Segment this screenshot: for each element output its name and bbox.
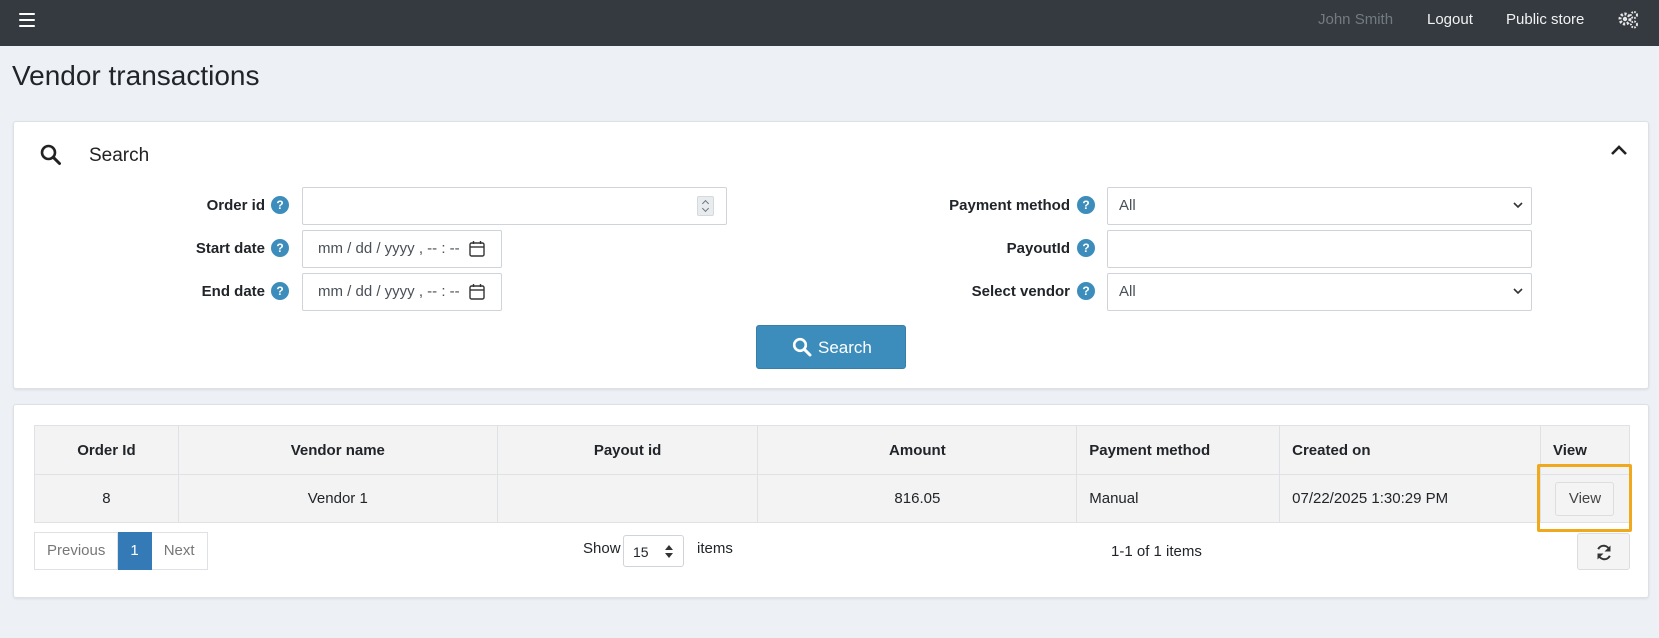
order-id-text[interactable] bbox=[303, 188, 726, 224]
payout-id-input[interactable] bbox=[1107, 230, 1532, 268]
show-label: Show bbox=[583, 540, 621, 557]
search-icon bbox=[792, 337, 812, 357]
cell-amount: 816.05 bbox=[757, 474, 1078, 523]
select-vendor-label: Select vendor bbox=[971, 283, 1070, 300]
search-button-label: Search bbox=[818, 338, 872, 357]
gears-icon[interactable] bbox=[1617, 10, 1639, 30]
help-icon[interactable]: ? bbox=[271, 196, 289, 214]
page-1-button[interactable]: 1 bbox=[118, 532, 152, 570]
logout-link[interactable]: Logout bbox=[1427, 0, 1473, 46]
view-button[interactable]: View bbox=[1555, 481, 1615, 516]
order-id-label: Order id bbox=[206, 197, 265, 214]
page-size-select[interactable]: 15 bbox=[623, 535, 684, 567]
end-date-placeholder: mm / dd / yyyy , -- : -- bbox=[318, 283, 460, 300]
cell-created-on: 07/22/2025 1:30:29 PM bbox=[1279, 474, 1541, 523]
payment-method-label: Payment method bbox=[949, 197, 1070, 214]
chevron-up-icon[interactable] bbox=[1610, 144, 1628, 156]
help-icon[interactable]: ? bbox=[271, 282, 289, 300]
cell-payment-method: Manual bbox=[1076, 474, 1281, 523]
start-date-placeholder: mm / dd / yyyy , -- : -- bbox=[318, 240, 460, 257]
search-icon bbox=[40, 144, 61, 165]
help-icon[interactable]: ? bbox=[1077, 282, 1095, 300]
column-header-amount[interactable]: Amount bbox=[757, 425, 1078, 475]
column-header-order-id[interactable]: Order Id bbox=[34, 425, 179, 475]
transactions-table: Order Id Vendor name Payout id Amount Pa… bbox=[34, 425, 1631, 523]
search-button[interactable]: Search bbox=[756, 325, 906, 369]
chevron-down-icon bbox=[1513, 202, 1523, 209]
items-count: 1-1 of 1 items bbox=[1111, 543, 1202, 560]
sort-arrows-icon bbox=[665, 545, 673, 558]
current-user-name: John Smith bbox=[1318, 11, 1394, 28]
table-header-row: Order Id Vendor name Payout id Amount Pa… bbox=[34, 425, 1631, 475]
select-vendor-select[interactable]: All bbox=[1107, 273, 1532, 311]
calendar-icon[interactable] bbox=[469, 283, 485, 300]
number-spinner-icon[interactable] bbox=[697, 196, 714, 216]
table-row: 8 Vendor 1 816.05 Manual 07/22/2025 1:30… bbox=[34, 474, 1631, 523]
next-page-button[interactable]: Next bbox=[151, 532, 208, 570]
top-navbar: John Smith Logout Public store bbox=[0, 0, 1659, 46]
public-store-link[interactable]: Public store bbox=[1506, 0, 1584, 46]
start-date-input[interactable]: mm / dd / yyyy , -- : -- bbox=[302, 230, 502, 268]
help-icon[interactable]: ? bbox=[1077, 196, 1095, 214]
chevron-down-icon bbox=[1513, 288, 1523, 295]
start-date-label: Start date bbox=[195, 240, 265, 257]
pagination: Previous 1 Next bbox=[34, 532, 208, 570]
previous-page-button[interactable]: Previous bbox=[34, 532, 119, 570]
cell-order-id: 8 bbox=[34, 474, 179, 523]
calendar-icon[interactable] bbox=[469, 240, 485, 257]
hamburger-menu-icon[interactable] bbox=[19, 13, 35, 27]
column-header-payout-id[interactable]: Payout id bbox=[496, 425, 759, 475]
cell-vendor-name: Vendor 1 bbox=[177, 474, 498, 523]
refresh-icon bbox=[1597, 544, 1611, 561]
column-header-vendor-name[interactable]: Vendor name bbox=[177, 425, 498, 475]
payout-id-label: PayoutId bbox=[1006, 240, 1070, 257]
payment-method-selected: All bbox=[1119, 197, 1136, 214]
cell-view: View bbox=[1539, 474, 1631, 523]
page-size-value: 15 bbox=[633, 544, 649, 560]
help-icon[interactable]: ? bbox=[271, 239, 289, 257]
refresh-button[interactable] bbox=[1577, 533, 1630, 570]
select-vendor-selected: All bbox=[1119, 283, 1136, 300]
column-header-payment-method[interactable]: Payment method bbox=[1076, 425, 1281, 475]
items-label: items bbox=[697, 540, 733, 557]
payout-id-text[interactable] bbox=[1108, 231, 1531, 267]
help-icon[interactable]: ? bbox=[1077, 239, 1095, 257]
column-header-created-on[interactable]: Created on bbox=[1279, 425, 1541, 475]
column-header-view: View bbox=[1539, 425, 1631, 475]
order-id-input[interactable] bbox=[302, 187, 727, 225]
search-panel-title: Search bbox=[89, 145, 150, 166]
end-date-label: End date bbox=[201, 283, 265, 300]
cell-payout-id bbox=[496, 474, 759, 523]
end-date-input[interactable]: mm / dd / yyyy , -- : -- bbox=[302, 273, 502, 311]
payment-method-select[interactable]: All bbox=[1107, 187, 1532, 225]
page-title: Vendor transactions bbox=[12, 60, 260, 91]
